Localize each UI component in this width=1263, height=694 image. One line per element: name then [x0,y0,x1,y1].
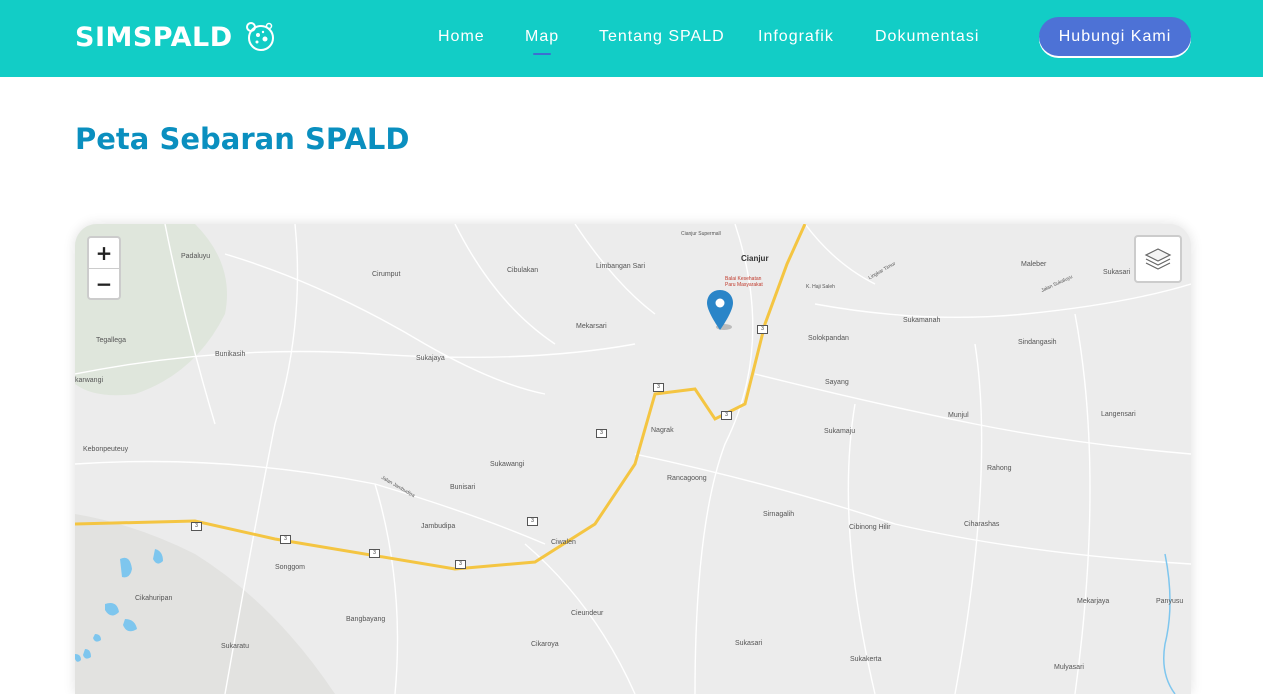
place-label: Sukaratu [221,643,250,650]
road-badge: 3 [191,522,202,531]
place-label: Munjul [948,412,969,419]
nav-infografik[interactable]: Infografik [758,28,834,46]
place-label: Songgom [275,564,305,571]
layers-button[interactable] [1134,235,1182,283]
zoom-out-button[interactable]: − [89,269,119,299]
nav-home[interactable]: Home [438,28,485,46]
place-label: Cibulakan [507,267,539,274]
map-view[interactable]: Padaluyu Cirumput Cibulakan Limbangan Sa… [75,224,1191,694]
place-label: Cikahuripan [135,595,173,602]
place-label: Mekarjaya [1077,598,1110,605]
place-label: Bangbayang [346,616,386,623]
place-label: Solokpandan [808,335,849,342]
nav-tentang-spald[interactable]: Tentang SPALD [599,28,725,46]
place-label: Cirumput [372,271,401,278]
road-badge: 3 [455,560,466,569]
place-label: Limbangan Sari [596,263,646,270]
place-label: Ciharashas [964,521,1000,528]
place-label: Sukamaju [824,428,856,435]
place-label: Tegallega [96,337,126,344]
place-label: Rancagoong [667,475,707,482]
place-label: Cieundeur [571,610,604,617]
road-badge: 3 [280,535,291,544]
top-navbar: SIMSPALD Home Map Tentang SPALD Infograf… [0,0,1263,77]
place-label: Sirnagalih [763,511,795,518]
place-label: Cianjur [741,254,769,263]
map-tiles [75,224,1191,694]
page-title: Peta Sebaran SPALD [75,122,410,156]
place-label: Bunikasih [215,351,246,358]
location-marker-icon[interactable] [707,290,733,330]
place-label: K. Haji Saleh [806,284,835,290]
place-label: Sukakerta [850,656,882,663]
place-label: Panyusu [1156,598,1184,605]
place-label: Cibinong Hilir [849,524,891,531]
road-badge: 3 [757,325,768,334]
place-label: karwangi [75,377,104,384]
place-label: Ciwalen [551,539,576,546]
place-label: Nagrak [651,427,674,434]
road-badge: 3 [721,411,732,420]
place-label: Rahong [987,465,1012,472]
road-badge: 3 [527,517,538,526]
place-label: Padaluyu [181,253,211,260]
place-label: Bunisari [450,484,476,491]
zoom-in-button[interactable]: + [89,238,119,269]
place-label: Sukasari [735,640,763,647]
road-badge: 3 [369,549,380,558]
place-label: Balai Kesehatan Paru Masyarakat [725,276,763,288]
layers-icon [1144,248,1172,270]
place-label: Sukamanah [903,317,941,324]
place-label: Sukasari [1103,269,1131,276]
place-label: Mulyasari [1054,664,1084,671]
nav-map[interactable]: Map [525,28,559,55]
place-label: Maleber [1021,261,1047,268]
nav-dokumentasi[interactable]: Dokumentasi [875,28,979,46]
place-label: Kebonpeuteuy [83,446,129,453]
place-label: Sukawangi [490,461,525,468]
place-label: Mekarsari [576,323,607,330]
place-label: Sukajaya [416,355,445,362]
zoom-control: + − [87,236,121,300]
place-label: Cikaroya [531,641,559,648]
place-label: Sayang [825,379,849,386]
place-label: Jambudipa [421,523,456,530]
place-label: Cianjur Supermall [681,231,721,237]
contact-button[interactable]: Hubungi Kami [1039,17,1191,56]
place-label: Sindangasih [1018,339,1057,346]
road-badge: 3 [653,383,664,392]
road-badge: 3 [596,429,607,438]
place-label: Langensari [1101,411,1136,418]
